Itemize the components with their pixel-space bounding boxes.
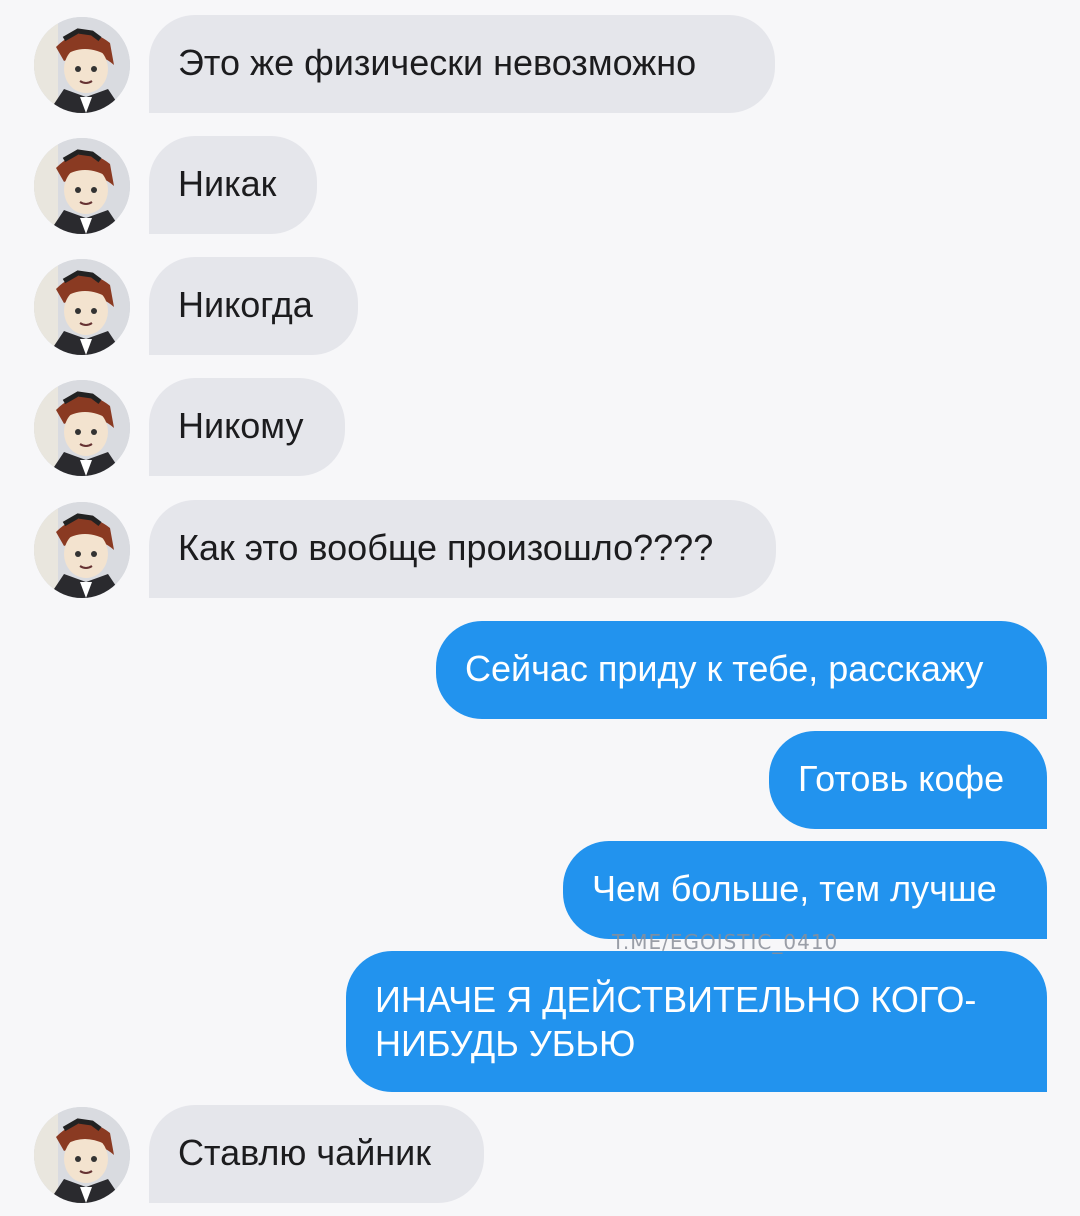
message-bubble: Это же физически невозможно [149, 15, 775, 113]
avatar-icon[interactable] [34, 380, 130, 476]
message-outgoing[interactable]: Сейчас приду к тебе, расскажу [0, 621, 1080, 721]
avatar-icon[interactable] [34, 502, 130, 598]
watermark: T.ME/EGOISTIC_0410 [612, 930, 839, 954]
avatar-icon[interactable] [34, 259, 130, 355]
message-incoming[interactable]: Это же физически невозможно [0, 15, 1080, 115]
message-outgoing[interactable]: ИНАЧЕ Я ДЕЙСТВИТЕЛЬНО КОГО- НИБУДЬ УБЬЮ [0, 951, 1080, 1095]
message-bubble: Никогда [149, 257, 358, 355]
message-bubble: Никому [149, 378, 345, 476]
message-bubble: Ставлю чайник [149, 1105, 484, 1203]
message-incoming[interactable]: Никому [0, 378, 1080, 478]
message-outgoing[interactable]: Готовь кофе [0, 731, 1080, 831]
message-bubble: ИНАЧЕ Я ДЕЙСТВИТЕЛЬНО КОГО- НИБУДЬ УБЬЮ [346, 951, 1047, 1092]
message-bubble: Как это вообще произошло???? [149, 500, 776, 598]
avatar-icon[interactable] [34, 17, 130, 113]
message-bubble: Готовь кофе [769, 731, 1047, 829]
message-incoming[interactable]: Никогда [0, 257, 1080, 357]
avatar-icon[interactable] [34, 1107, 130, 1203]
message-bubble: Чем больше, тем лучше [563, 841, 1047, 939]
message-outgoing[interactable]: Чем больше, тем лучше [0, 841, 1080, 941]
message-incoming[interactable]: Ставлю чайник [0, 1105, 1080, 1205]
message-incoming[interactable]: Как это вообще произошло???? [0, 500, 1080, 600]
message-bubble: Никак [149, 136, 317, 234]
avatar-icon[interactable] [34, 138, 130, 234]
chat-history: Это же физически невозможно Никак Никогд… [0, 0, 1080, 1216]
message-incoming[interactable]: Никак [0, 136, 1080, 236]
message-bubble: Сейчас приду к тебе, расскажу [436, 621, 1047, 719]
